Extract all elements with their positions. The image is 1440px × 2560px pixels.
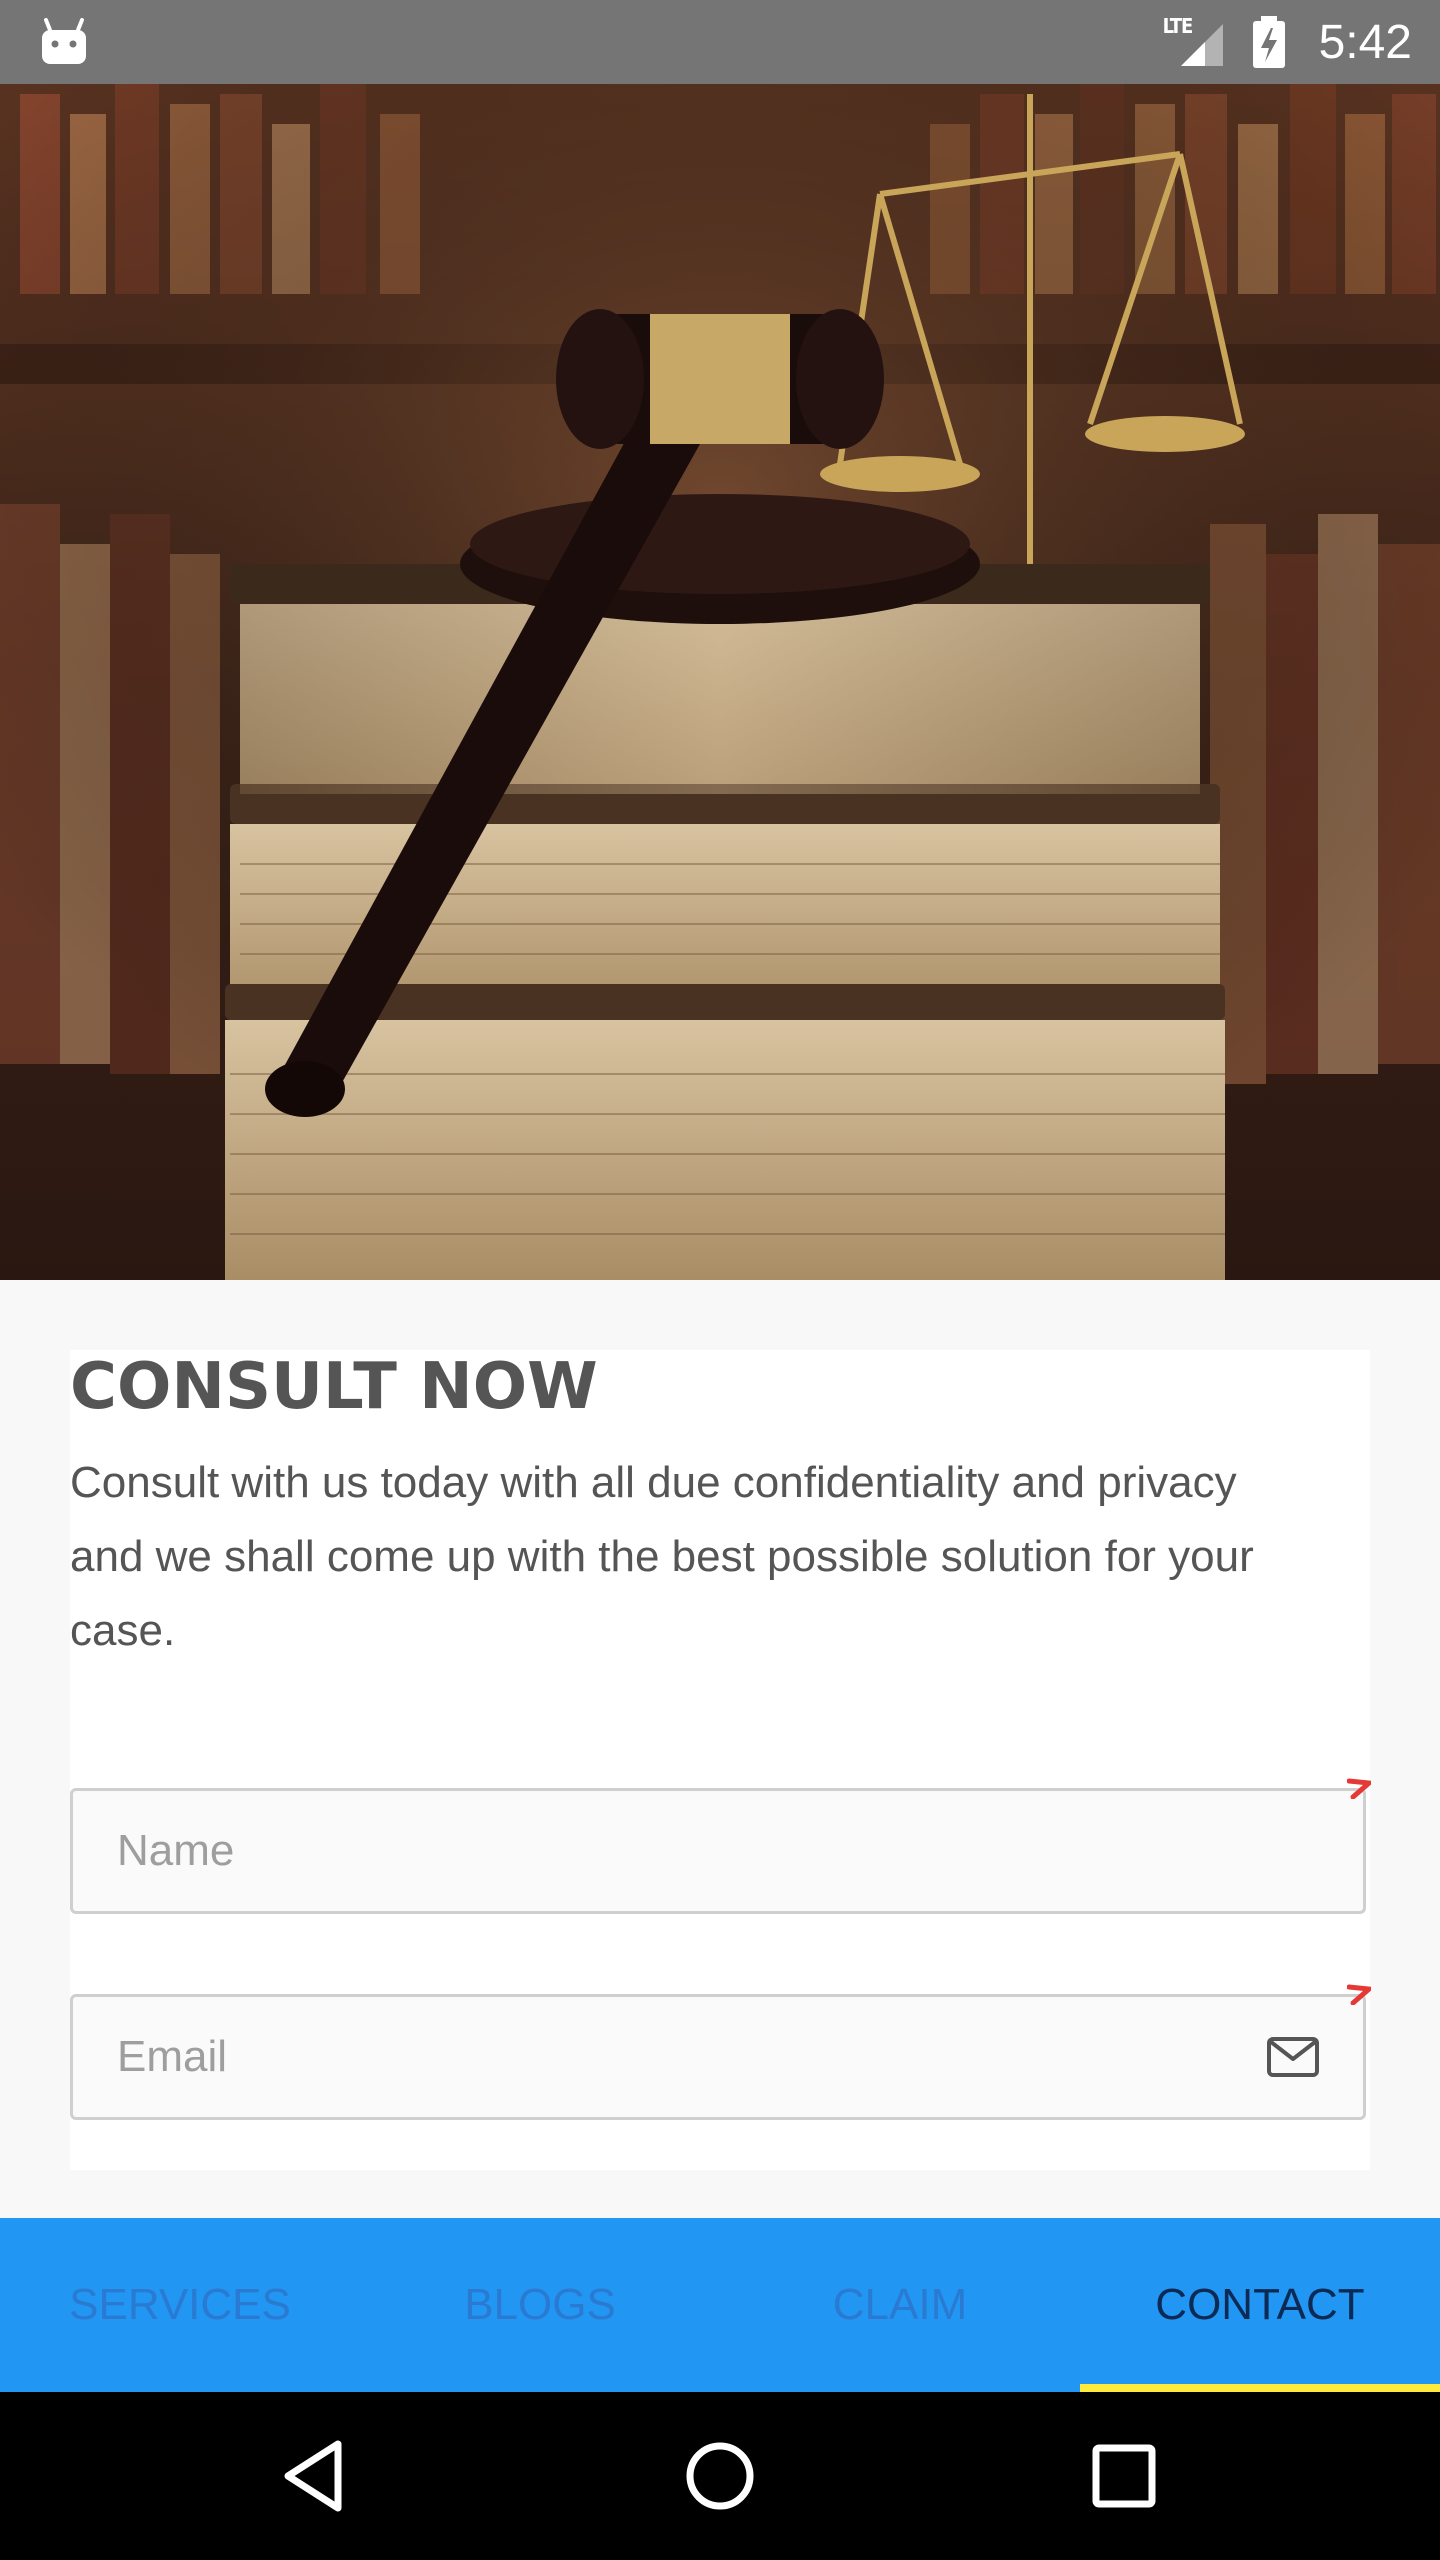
network-indicator: LTE — [1163, 14, 1227, 70]
consult-card: CONSULT NOW Consult with us today with a… — [70, 1350, 1371, 2170]
system-nav-bar — [0, 2392, 1440, 2560]
tab-claim[interactable]: CLAIM — [720, 2218, 1080, 2392]
signal-icon — [1180, 24, 1223, 66]
bottom-tab-bar: SERVICES BLOGS CLAIM CONTACT — [0, 2218, 1440, 2392]
status-time: 5:42 — [1318, 15, 1412, 69]
mail-icon — [1267, 2037, 1319, 2077]
consult-description: Consult with us today with all due confi… — [70, 1458, 1254, 1655]
tab-contact[interactable]: CONTACT — [1080, 2218, 1440, 2392]
active-tab-indicator — [1080, 2384, 1440, 2392]
tab-services[interactable]: SERVICES — [0, 2218, 360, 2392]
name-input[interactable] — [117, 1791, 1217, 1911]
email-input[interactable] — [117, 1997, 1217, 2117]
gavel-books-illustration — [0, 84, 1440, 1280]
back-icon[interactable] — [276, 2436, 356, 2516]
page-title: CONSULT NOW — [70, 1350, 598, 1424]
name-field[interactable] — [70, 1778, 1371, 1914]
status-bar: LTE 5:42 — [0, 0, 1440, 84]
tab-blogs[interactable]: BLOGS — [360, 2218, 720, 2392]
email-field[interactable] — [70, 1984, 1371, 2120]
android-icon — [42, 18, 86, 64]
recents-icon[interactable] — [1084, 2436, 1164, 2516]
status-icons: LTE 5:42 — [1163, 0, 1412, 84]
required-mark-icon — [1347, 1778, 1371, 1799]
battery-charging-icon — [1252, 16, 1285, 68]
home-icon[interactable] — [680, 2436, 760, 2516]
required-mark-icon — [1347, 1984, 1371, 2005]
consult-section: CONSULT NOW Consult with us today with a… — [0, 1280, 1440, 2220]
hero-image — [0, 84, 1440, 1280]
